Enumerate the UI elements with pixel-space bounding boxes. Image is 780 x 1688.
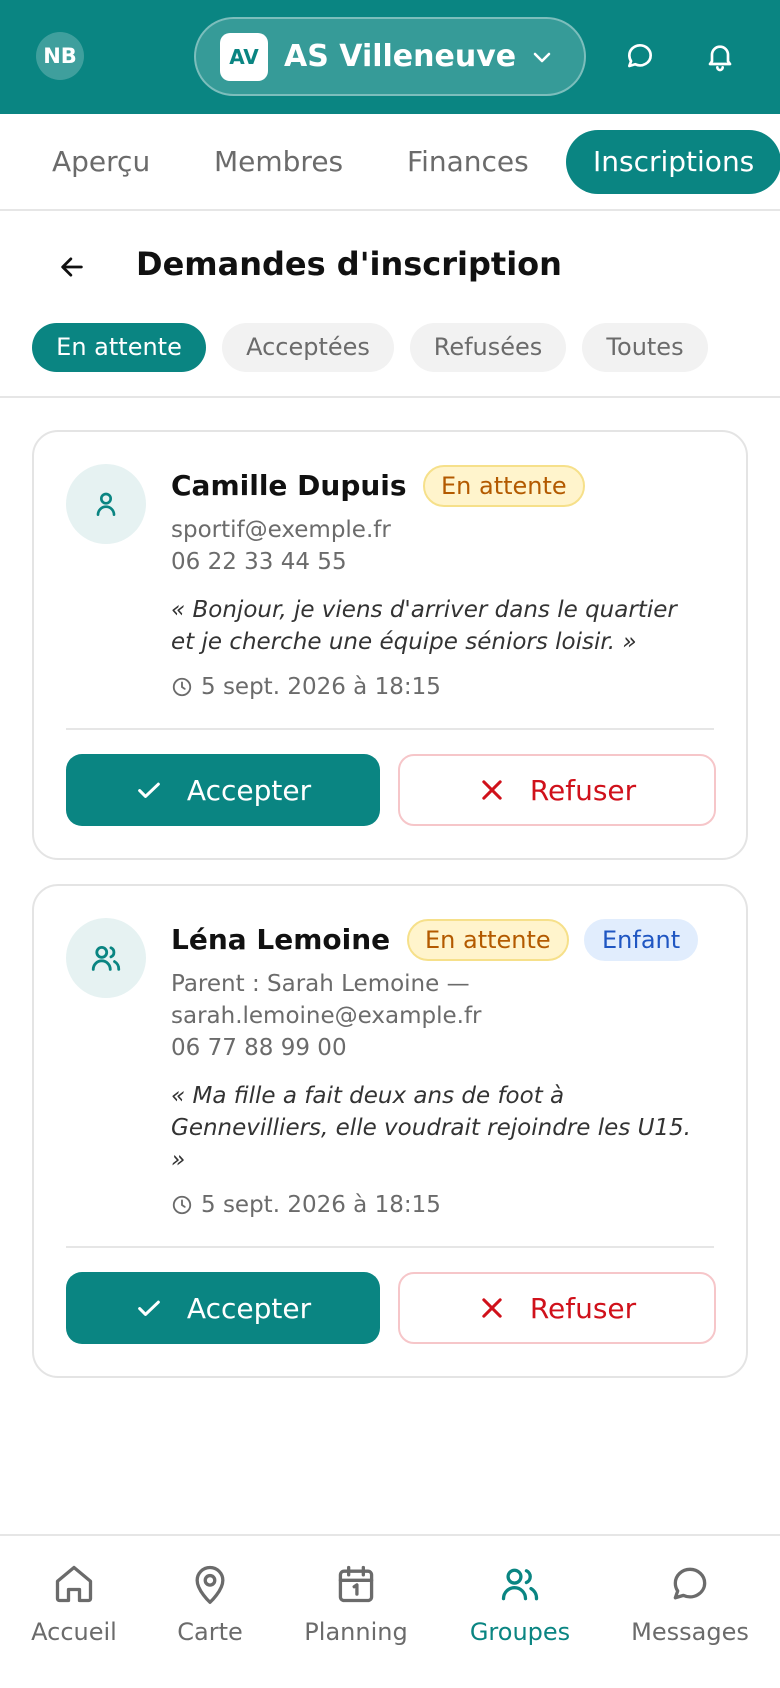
accept-label: Accepter [186,1291,312,1325]
applicant-phone: 06 77 88 99 00 [171,1035,347,1061]
refuse-button[interactable]: Refuser [398,1272,716,1344]
check-icon [138,1300,160,1316]
map-pin-icon [195,1565,225,1604]
applicant-name: Camille Dupuis [171,469,407,502]
status-badge: En attente [407,919,569,961]
section-tabs: Aperçu Membres Finances Inscriptions [0,114,780,211]
request-card: Léna Lemoine En attente Enfant Parent : … [32,884,748,1378]
status-badge: En attente [423,465,585,507]
chat-icon[interactable] [620,36,660,76]
accept-button[interactable]: Accepter [66,1272,380,1344]
club-logo: AV [220,32,268,81]
nav-label: Planning [304,1618,408,1646]
nav-messages[interactable]: Messages [610,1562,770,1646]
message-line: » [171,1147,186,1173]
chevron-down-icon [530,45,554,69]
clock-icon [172,677,192,697]
child-badge: Enfant [584,919,699,961]
user-icon [66,464,146,544]
filter-en-attente[interactable]: En attente [32,323,206,372]
bell-icon[interactable] [700,36,740,76]
message-line: « Ma fille a fait deux ans de foot à [171,1083,565,1109]
accept-button[interactable]: Accepter [66,754,380,826]
nav-label: Groupes [469,1618,571,1646]
club-switcher[interactable]: AV AS Villeneuve [194,17,586,96]
request-date: 5 sept. 2026 à 18:15 [171,1192,441,1218]
accept-label: Accepter [186,773,312,807]
nav-label: Messages [631,1618,749,1646]
nav-carte[interactable]: Carte [130,1562,290,1646]
tab-apercu[interactable]: Aperçu [52,130,150,194]
applicant-name: Léna Lemoine [171,923,391,956]
filter-toutes[interactable]: Toutes [582,323,708,372]
page-title: Demandes d'inscription [136,245,562,283]
divider [66,728,714,730]
applicant-message: « Ma fille a fait deux ans de foot à Gen… [171,1080,731,1176]
filter-acceptees[interactable]: Acceptées [222,323,394,372]
applicant-email: sarah.lemoine@example.fr [171,1003,482,1029]
nav-label: Accueil [31,1618,117,1646]
bottom-nav: Accueil Carte Planning Groupes Messages [0,1534,780,1688]
nav-label: Carte [177,1618,243,1646]
message-line: « Bonjour, je viens d'arriver dans le qu… [171,597,677,623]
users-icon [66,918,146,998]
tab-finances[interactable]: Finances [407,130,529,194]
nav-groupes[interactable]: Groupes [440,1562,600,1646]
status-filters: En attente Acceptées Refusées Toutes [0,323,780,398]
date-text: 5 sept. 2026 à 18:15 [201,1192,441,1218]
calendar-icon [338,1565,374,1603]
message-line: et je cherche une équipe séniors loisir.… [171,629,637,655]
users-icon [501,1568,539,1601]
nav-planning[interactable]: Planning [276,1562,436,1646]
filter-refusees[interactable]: Refusées [410,323,566,372]
tab-inscriptions[interactable]: Inscriptions [566,130,780,194]
club-name: AS Villeneuve [284,39,517,74]
refuse-label: Refuser [529,1291,637,1325]
clock-icon [172,1195,192,1215]
refuse-label: Refuser [529,773,637,807]
message-line: Gennevilliers, elle voudrait rejoindre l… [171,1115,691,1141]
back-arrow-icon[interactable] [52,247,92,287]
request-card: Camille Dupuis En attente sportif@exempl… [32,430,748,860]
applicant-email: sportif@exemple.fr [171,517,391,543]
request-date: 5 sept. 2026 à 18:15 [171,674,441,700]
applicant-message: « Bonjour, je viens d'arriver dans le qu… [171,594,731,658]
top-bar: NB AV AS Villeneuve [0,0,780,114]
chat-icon [673,1567,707,1600]
divider [66,1246,714,1248]
close-icon [482,1298,502,1318]
close-icon [482,780,502,800]
parent-line: Parent : Sarah Lemoine — [171,971,470,997]
date-text: 5 sept. 2026 à 18:15 [201,674,441,700]
home-icon [55,1565,93,1603]
user-avatar[interactable]: NB [36,32,84,80]
tab-membres[interactable]: Membres [214,130,343,194]
applicant-phone: 06 22 33 44 55 [171,549,347,575]
refuse-button[interactable]: Refuser [398,754,716,826]
check-icon [138,782,160,798]
